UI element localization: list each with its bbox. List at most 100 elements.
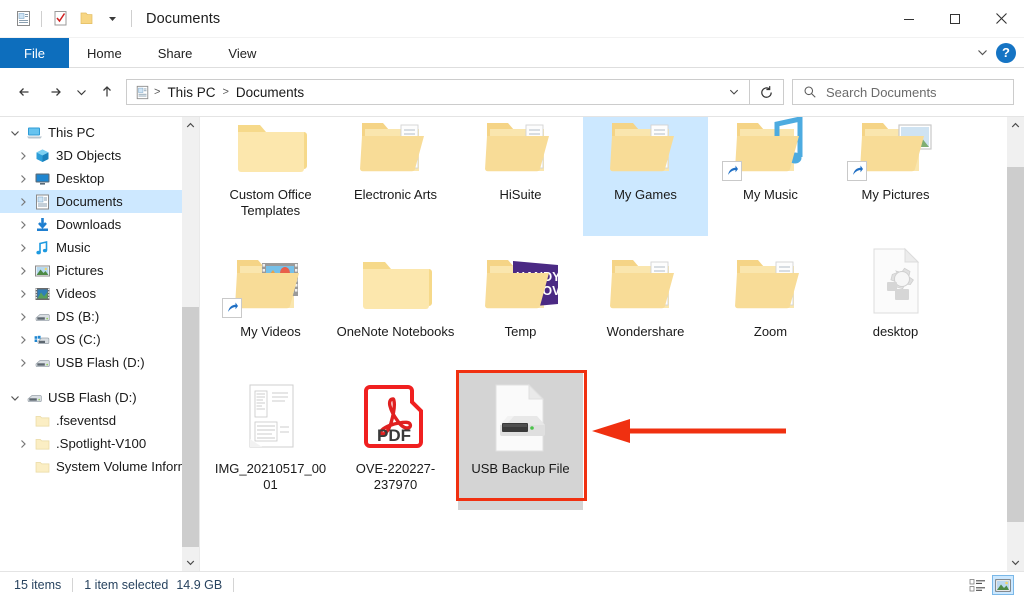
- maximize-button[interactable]: [932, 0, 978, 38]
- sidebar-item-music[interactable]: Music: [0, 236, 199, 259]
- sidebar-item-label: Pictures: [56, 263, 104, 278]
- help-icon[interactable]: ?: [996, 42, 1016, 63]
- scroll-down-icon[interactable]: [182, 554, 199, 571]
- sidebar-scrollbar[interactable]: [182, 117, 199, 571]
- sidebar-item-usb-flash-d[interactable]: USB Flash (D:): [0, 351, 199, 374]
- sidebar-item-videos[interactable]: Videos: [0, 282, 199, 305]
- content-scrollbar[interactable]: [1007, 117, 1024, 571]
- file-item[interactable]: IMG_20210517_0001: [208, 373, 333, 510]
- file-item-label: OneNote Notebooks: [336, 324, 455, 339]
- file-item[interactable]: HANDYRECOV Temp: [458, 236, 583, 373]
- sidebar-item-label: This PC: [48, 125, 95, 140]
- chevron-down-icon[interactable]: [6, 393, 24, 403]
- file-item[interactable]: Electronic Arts: [333, 117, 458, 236]
- documents-icon[interactable]: [10, 6, 36, 32]
- sidebar-item-pictures[interactable]: Pictures: [0, 259, 199, 282]
- up-button[interactable]: [92, 77, 122, 107]
- file-item[interactable]: My Pictures: [833, 117, 958, 236]
- sidebar-scroll-thumb[interactable]: [182, 307, 199, 547]
- chevron-right-icon[interactable]: [14, 151, 32, 161]
- file-item[interactable]: OneNote Notebooks: [333, 236, 458, 373]
- file-item[interactable]: Custom Office Templates: [208, 117, 333, 236]
- sidebar-item-label: USB Flash (D:): [56, 355, 145, 370]
- file-item[interactable]: USB Backup File: [458, 373, 583, 510]
- file-item[interactable]: desktop: [833, 236, 958, 373]
- music-icon: [32, 240, 52, 256]
- file-item[interactable]: My Games: [583, 117, 708, 236]
- chevron-right-icon[interactable]: [14, 358, 32, 368]
- tab-home[interactable]: Home: [69, 38, 140, 68]
- large-icons-view-button[interactable]: [992, 575, 1014, 595]
- chevron-right-icon[interactable]: [14, 197, 32, 207]
- status-separator: [72, 578, 74, 592]
- chevron-right-icon[interactable]: [14, 243, 32, 253]
- tab-share[interactable]: Share: [140, 38, 211, 68]
- sidebar-item-3d-objects[interactable]: 3D Objects: [0, 144, 199, 167]
- refresh-button[interactable]: [750, 79, 784, 105]
- scroll-up-icon[interactable]: [1007, 117, 1024, 134]
- sidebar-item-system-volume-inform[interactable]: System Volume Inform: [0, 455, 199, 478]
- sidebar-item-downloads[interactable]: Downloads: [0, 213, 199, 236]
- sidebar-item-fseventsd[interactable]: .fseventsd: [0, 409, 199, 432]
- file-item[interactable]: Wondershare: [583, 236, 708, 373]
- view-mode-buttons: [966, 575, 1024, 595]
- shortcut-arrow-icon: [221, 298, 242, 318]
- chevron-right-icon[interactable]: [14, 289, 32, 299]
- scroll-down-icon[interactable]: [1007, 554, 1024, 571]
- chevron-right-icon[interactable]: [14, 266, 32, 276]
- drive-icon: [32, 309, 52, 325]
- svg-text:PDF: PDF: [377, 426, 411, 445]
- chevron-right-icon[interactable]: [14, 174, 32, 184]
- sidebar-item-spotlight-v100[interactable]: .Spotlight-V100: [0, 432, 199, 455]
- chevron-right-icon[interactable]: [14, 220, 32, 230]
- tab-view[interactable]: View: [210, 38, 274, 68]
- address-bar: > This PC > Documents Search Documents: [0, 68, 1024, 116]
- sidebar-item-ds-b[interactable]: DS (B:): [0, 305, 199, 328]
- sidebar-item-label: 3D Objects: [56, 148, 122, 163]
- scroll-up-icon[interactable]: [182, 117, 199, 134]
- file-item-label: HiSuite: [499, 187, 542, 202]
- sidebar-item-documents[interactable]: Documents: [0, 190, 199, 213]
- sidebar-item-this-pc[interactable]: This PC: [0, 121, 199, 144]
- chevron-right-icon[interactable]: [14, 439, 32, 449]
- file-item-label: Electronic Arts: [353, 187, 438, 202]
- search-input[interactable]: Search Documents: [792, 79, 1014, 105]
- folder-icon: [32, 413, 52, 429]
- sidebar-item-label: USB Flash (D:): [48, 390, 137, 405]
- chevron-down-icon[interactable]: [723, 86, 745, 98]
- folder-docs-icon: [732, 242, 810, 320]
- chevron-down-icon[interactable]: [6, 128, 24, 138]
- content-scroll-thumb[interactable]: [1007, 167, 1024, 522]
- sidebar-item-label: OS (C:): [56, 332, 101, 347]
- file-item[interactable]: My Videos: [208, 236, 333, 373]
- recent-locations-button[interactable]: [70, 77, 92, 107]
- 3d-objects-icon: [32, 148, 52, 164]
- file-list-pane[interactable]: Custom Office Templates Electronic Arts Hi…: [199, 117, 1024, 571]
- chevron-down-icon[interactable]: [970, 41, 994, 65]
- file-item-label: Custom Office Templates: [229, 187, 312, 218]
- chevron-right-icon[interactable]: [14, 312, 32, 322]
- sidebar-item-usb-flash-d[interactable]: USB Flash (D:): [0, 386, 199, 409]
- file-item[interactable]: Zoom: [708, 236, 833, 373]
- properties-icon[interactable]: [47, 6, 73, 32]
- breadcrumb-this-pc[interactable]: This PC: [163, 85, 219, 100]
- desktop-icon: [32, 171, 52, 187]
- file-item[interactable]: My Music: [708, 117, 833, 236]
- forward-button[interactable]: [40, 77, 70, 107]
- breadcrumb[interactable]: > This PC > Documents: [126, 79, 750, 105]
- close-button[interactable]: [978, 0, 1024, 38]
- tab-file[interactable]: File: [0, 38, 69, 68]
- file-item[interactable]: HiSuite: [458, 117, 583, 236]
- folder-pictures-icon: [846, 117, 935, 183]
- minimize-button[interactable]: [886, 0, 932, 38]
- usb-drive-icon: [32, 355, 52, 371]
- customize-dropdown-icon[interactable]: [99, 6, 125, 32]
- new-folder-icon[interactable]: [73, 6, 99, 32]
- file-item[interactable]: PDF OVE-220227-237970: [333, 373, 458, 510]
- details-view-button[interactable]: [966, 575, 988, 595]
- chevron-right-icon[interactable]: [14, 335, 32, 345]
- breadcrumb-documents[interactable]: Documents: [232, 85, 308, 100]
- sidebar-item-desktop[interactable]: Desktop: [0, 167, 199, 190]
- back-button[interactable]: [10, 77, 40, 107]
- sidebar-item-os-c[interactable]: OS (C:): [0, 328, 199, 351]
